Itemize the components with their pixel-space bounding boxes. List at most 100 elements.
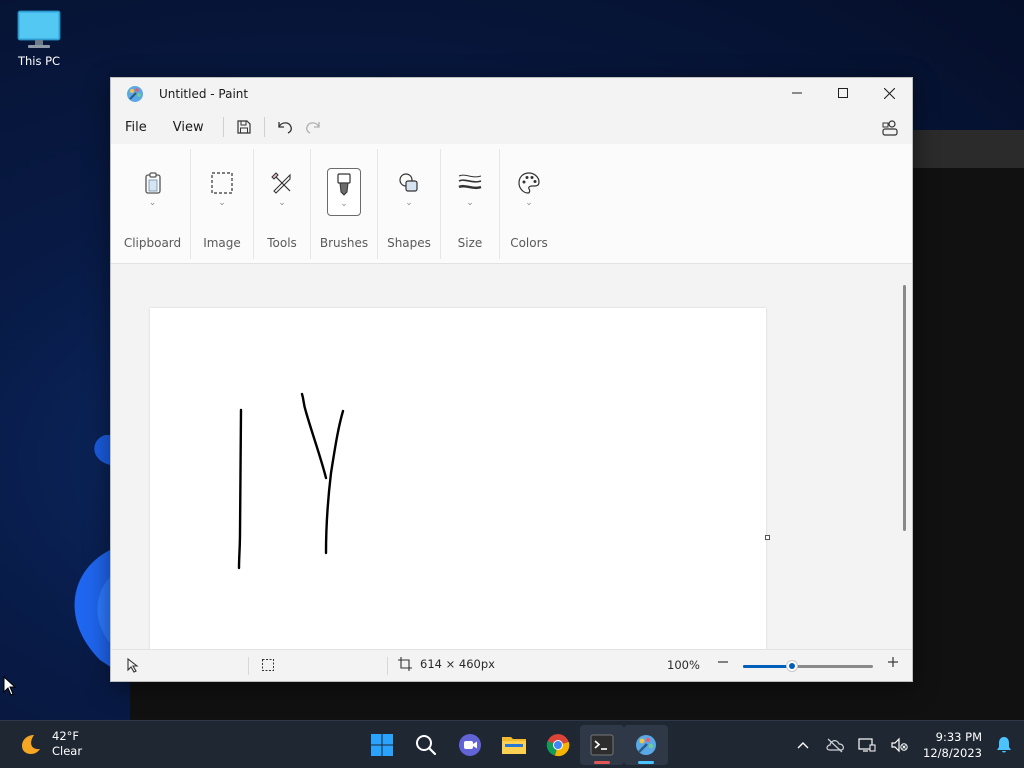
terminal-icon xyxy=(590,734,614,756)
this-pc-icon xyxy=(17,10,61,48)
ribbon-group-colors[interactable]: ⌄ Colors xyxy=(500,144,558,264)
shapes-icon xyxy=(399,173,418,192)
start-button[interactable] xyxy=(360,725,404,765)
notifications-button[interactable] xyxy=(988,725,1020,765)
zoom-in-button[interactable] xyxy=(887,656,899,668)
size-button[interactable]: ⌄ xyxy=(453,168,487,216)
paint-app-icon xyxy=(127,86,143,102)
maximize-button[interactable] xyxy=(820,78,866,108)
stroke-y-left xyxy=(300,392,328,480)
zoom-level[interactable]: 100% xyxy=(667,658,700,672)
ribbon-group-clipboard[interactable]: ⌄ Clipboard xyxy=(115,144,190,264)
tools-icon xyxy=(271,172,291,194)
file-explorer-button[interactable] xyxy=(492,725,536,765)
chevron-down-icon: ⌄ xyxy=(218,198,226,208)
zoom-slider[interactable] xyxy=(743,660,873,672)
brushes-button[interactable]: ⌄ xyxy=(327,168,361,216)
paint-window[interactable]: Untitled - Paint File View ⌄ Clipboard ⌄… xyxy=(110,77,913,682)
ribbon-group-shapes[interactable]: ⌄ Shapes xyxy=(378,144,440,264)
status-separator xyxy=(387,657,388,675)
save-icon xyxy=(237,120,251,134)
ribbon-group-brushes[interactable]: ⌄ Brushes xyxy=(311,144,377,264)
paint-taskbar-button[interactable] xyxy=(624,725,668,765)
minimize-button[interactable] xyxy=(774,78,820,108)
ribbon-group-image[interactable]: ⌄ Image xyxy=(191,144,253,264)
pointer-position-icon xyxy=(127,657,139,673)
bell-icon xyxy=(997,737,1011,753)
clipboard-button[interactable]: ⌄ xyxy=(136,168,170,216)
volume-button[interactable] xyxy=(883,725,915,765)
minus-icon xyxy=(718,661,728,663)
shapes-button[interactable]: ⌄ xyxy=(392,168,426,216)
show-hidden-icons-button[interactable] xyxy=(787,725,819,765)
weather-condition: Clear xyxy=(52,744,83,758)
search-icon xyxy=(416,735,437,756)
close-button[interactable] xyxy=(866,78,912,108)
zoom-slider-fill xyxy=(743,665,793,668)
menu-separator xyxy=(222,117,224,137)
view-menu[interactable]: View xyxy=(160,120,217,135)
taskbar-clock[interactable]: 9:33 PM 12/8/2023 xyxy=(923,729,982,761)
menu-bar: File View xyxy=(111,110,912,144)
chevron-down-icon: ⌄ xyxy=(278,198,286,208)
clock-time: 9:33 PM xyxy=(935,730,982,744)
ribbon-group-label: Clipboard xyxy=(123,236,182,250)
vertical-scrollbar[interactable] xyxy=(903,285,906,531)
maximize-icon xyxy=(838,88,848,98)
cursor-position xyxy=(125,657,139,673)
selection-size xyxy=(261,658,275,672)
ribbon-group-tools[interactable]: ⌄ Tools xyxy=(254,144,310,264)
drawing-canvas[interactable] xyxy=(150,308,766,651)
chevron-down-icon: ⌄ xyxy=(405,198,413,208)
start-icon xyxy=(371,734,393,756)
undo-icon xyxy=(277,122,292,134)
select-button[interactable]: ⌄ xyxy=(205,168,239,216)
menu-separator xyxy=(263,117,265,137)
undo-button[interactable] xyxy=(271,113,299,141)
status-separator xyxy=(248,657,249,675)
meet-button[interactable] xyxy=(448,725,492,765)
network-button[interactable] xyxy=(851,725,883,765)
desktop-icon-this-pc[interactable]: This PC xyxy=(12,10,66,68)
zoom-out-button[interactable] xyxy=(717,656,729,668)
file-explorer-icon xyxy=(502,737,526,754)
volume-muted-icon xyxy=(891,737,908,753)
onedrive-button[interactable] xyxy=(819,725,851,765)
terminal-button[interactable] xyxy=(580,725,624,765)
canvas-size-icon xyxy=(398,657,412,671)
chevron-down-icon: ⌄ xyxy=(340,199,348,209)
mouse-cursor-icon xyxy=(3,676,17,696)
moon-icon xyxy=(22,735,40,754)
drawn-strokes xyxy=(237,392,345,570)
ribbon-group-label: Shapes xyxy=(387,236,431,250)
redo-button[interactable] xyxy=(299,113,327,141)
selection-icon xyxy=(211,172,233,194)
ribbon-group-label: Colors xyxy=(510,236,548,250)
network-icon xyxy=(858,738,876,752)
status-bar: 614 × 460px 100% xyxy=(111,649,912,681)
zoom-slider-thumb[interactable] xyxy=(786,660,799,672)
canvas-workspace[interactable] xyxy=(111,268,912,651)
save-button[interactable] xyxy=(230,113,258,141)
close-icon xyxy=(883,87,895,99)
clock-date: 12/8/2023 xyxy=(923,746,982,760)
title-bar[interactable]: Untitled - Paint xyxy=(111,78,912,110)
share-button[interactable] xyxy=(876,114,904,142)
plus-icon xyxy=(888,657,898,667)
ribbon-group-size[interactable]: ⌄ Size xyxy=(441,144,499,264)
file-menu[interactable]: File xyxy=(112,120,160,135)
size-icon xyxy=(458,174,482,190)
background-window-strip xyxy=(130,682,1024,720)
canvas-size-readout: 614 × 460px xyxy=(398,657,495,671)
tools-button[interactable]: ⌄ xyxy=(265,168,299,216)
colors-button[interactable]: ⌄ xyxy=(512,168,546,216)
window-title: Untitled - Paint xyxy=(159,87,249,101)
canvas-resize-handle[interactable] xyxy=(765,535,770,540)
chevron-down-icon: ⌄ xyxy=(466,198,474,208)
chrome-button[interactable] xyxy=(536,725,580,765)
background-window[interactable] xyxy=(912,130,1024,720)
ribbon-group-label: Brushes xyxy=(319,236,369,250)
weather-widget[interactable]: 42°F Clear xyxy=(18,729,82,759)
minimize-icon xyxy=(792,92,802,94)
search-button[interactable] xyxy=(404,725,448,765)
